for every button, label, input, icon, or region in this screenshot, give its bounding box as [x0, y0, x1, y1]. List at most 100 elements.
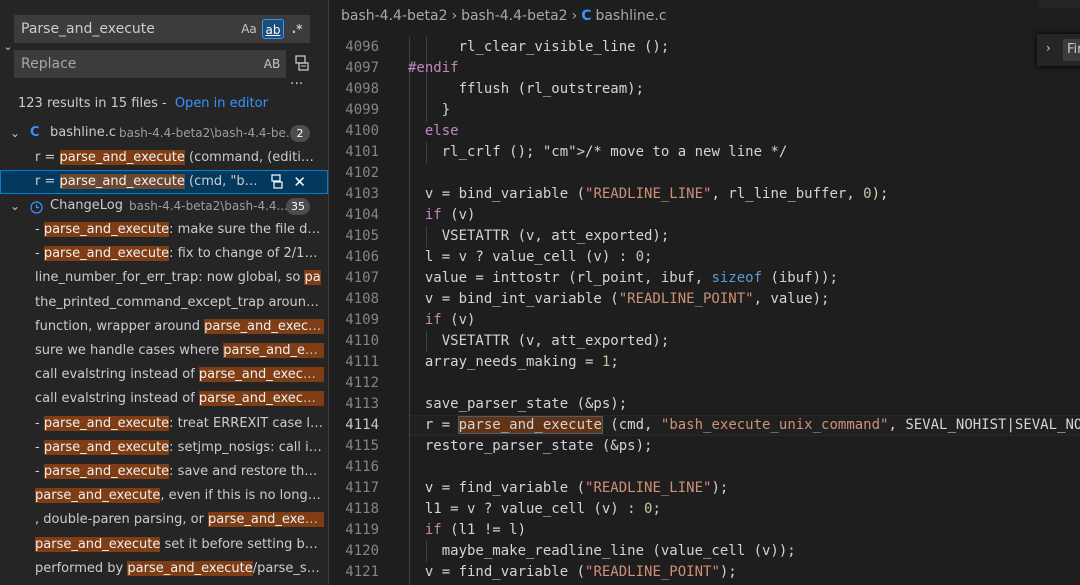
line-number: 4120 [345, 543, 379, 559]
code-editor[interactable]: bash-4.4-beta2 › bash-4.4-beta2 › Cbashline.… [329, 0, 1080, 585]
line-number: 4107 [345, 270, 379, 286]
replace-input[interactable]: Replace AB [14, 50, 286, 78]
match-whole-word-icon[interactable]: ab [262, 19, 284, 39]
match-row[interactable]: the_printed_command_except_trap around .… [0, 291, 328, 315]
line-number: 4103 [345, 186, 379, 202]
search-input-value[interactable]: Parse_and_execute [21, 21, 155, 37]
match-row[interactable]: line_number_for_err_trap: now global, so… [0, 266, 328, 290]
code-line: v = bind_variable ("READLINE_LINE", rl_l… [408, 186, 889, 202]
code-line: else [424, 123, 459, 139]
more-options-icon[interactable]: ··· [290, 76, 303, 92]
match-post: : save and restore the si... [169, 464, 324, 479]
code-line: maybe_make_readline_line (value_cell (v)… [408, 543, 796, 559]
open-in-editor-link[interactable]: Open in editor [175, 96, 268, 111]
line-number: 4097 [345, 60, 379, 76]
match-highlight: parse_and_execute [198, 367, 324, 383]
line-number: 4116 [345, 459, 379, 475]
code-line: v = bind_int_variable ("READLINE_POINT",… [408, 291, 830, 307]
breadcrumb-folder[interactable]: bash-4.4-beta2 [461, 8, 567, 24]
match-post: , even if this is no longer ... [160, 488, 324, 504]
breadcrumb-file[interactable]: bashline.c [595, 8, 666, 24]
code-line: if (l1 != l) [424, 522, 527, 538]
code-line: r = parse_and_execute (cmd, "bash_execut… [408, 416, 1080, 434]
replace-all-icon[interactable] [292, 53, 312, 73]
line-number: 4110 [345, 333, 379, 349]
match-row[interactable]: function, wrapper around parse_and_execu… [0, 315, 328, 339]
match-pre: the_printed_command_except_trap around .… [35, 294, 324, 310]
match-pre: - [35, 246, 44, 262]
match-count-badge: 2 [290, 125, 310, 142]
match-post: : fix to change of 2/18: ... [169, 246, 324, 262]
code-line: l = v ? value_cell (v) : 0; [408, 249, 653, 265]
match-row[interactable]: sure we handle cases where parse_and_exe… [0, 339, 328, 363]
match-highlight: parse_and_execute [59, 174, 185, 189]
line-number: 4112 [345, 375, 379, 391]
c-file-icon: C [30, 125, 40, 140]
match-highlight: parse_and_execute [35, 536, 161, 552]
match-highlight: parse_and_execute [43, 415, 170, 431]
match-row[interactable]: parse_and_execute, even if this is no lo… [0, 484, 328, 508]
match-pre: call evalstring instead of [35, 367, 199, 383]
match-pre: r = [35, 174, 60, 189]
match-row[interactable]: - parse_and_execute: setjmp_nosigs: call… [0, 436, 328, 460]
match-highlight: parse_and_execute [43, 246, 170, 262]
match-post: (cmd, "ba... [184, 174, 258, 189]
line-number: 4113 [345, 396, 379, 412]
match-row[interactable]: call evalstring instead of parse_and_exe… [0, 387, 328, 411]
file-name: bashline.c [50, 125, 116, 140]
match-row[interactable]: - parse_and_execute: save and restore th… [0, 460, 328, 484]
chevron-right-icon[interactable]: › [1046, 41, 1051, 55]
line-number: 4096 [345, 39, 379, 55]
code-line: VSETATTR (v, att_exported); [408, 228, 670, 244]
preserve-case-icon[interactable]: AB [261, 54, 283, 74]
code-line: save_parser_state (&ps); [408, 396, 628, 412]
file-row-bashline[interactable]: ⌄ C bashline.c bash-4.4-beta2\bash-4.4-b… [0, 121, 328, 145]
match-highlight: parse_and_execute [208, 512, 324, 528]
match-row[interactable]: - parse_and_execute: fix to change of 2/… [0, 242, 328, 266]
find-input[interactable]: Fir [1063, 39, 1080, 61]
chevron-down-icon[interactable]: ⌄ [7, 121, 23, 145]
code-line: rl_crlf (); "cm">/* move to a new line *… [408, 144, 788, 160]
line-number: 4119 [345, 522, 379, 538]
breadcrumb-folder[interactable]: bash-4.4-beta2 [341, 8, 447, 24]
code-line: value = inttostr (rl_point, ibuf, sizeof… [408, 270, 838, 286]
line-number: 4109 [345, 312, 379, 328]
line-number: 4111 [345, 354, 379, 370]
find-widget[interactable]: › Fir [1037, 34, 1080, 66]
editor-top-strip [1039, 0, 1080, 8]
dismiss-close-icon[interactable]: ✕ [293, 170, 306, 194]
search-input[interactable]: Parse_and_execute Aa ab .* [14, 15, 310, 43]
line-number: 4102 [345, 165, 379, 181]
match-pre: performed by [35, 560, 128, 576]
match-row[interactable]: , double-paren parsing, or parse_and_exe… [0, 508, 328, 532]
match-post: : treat ERREXIT case like... [169, 415, 324, 431]
match-highlight: parse_and_exe... [223, 343, 324, 358]
match-row[interactable]: - parse_and_execute: make sure the file … [0, 218, 328, 242]
match-highlight: parse_and_execute [43, 439, 170, 455]
code-line: array_needs_making = 1; [408, 354, 619, 370]
match-row[interactable]: parse_and_execute set it before setting … [0, 533, 328, 557]
line-number: 4100 [345, 123, 379, 139]
match-post: (command, (editing_... [184, 150, 322, 165]
match-pre: - [35, 439, 44, 455]
match-row[interactable]: - parse_and_execute: treat ERREXIT case … [0, 412, 328, 436]
replace-icon[interactable] [270, 173, 284, 194]
match-row-selected[interactable]: r = parse_and_execute (cmd, "ba... ✕ [0, 170, 328, 194]
file-row-changelog[interactable]: ⌄ ChangeLog bash-4.4-beta2\bash-4.4... 3… [0, 194, 328, 218]
replace-input-placeholder[interactable]: Replace [21, 56, 76, 72]
match-pre: - [35, 464, 44, 479]
match-pre: , double-paren parsing, or [35, 512, 209, 528]
match-pre: call evalstring instead of [35, 391, 199, 407]
match-row[interactable]: call evalstring instead of parse_and_exe… [0, 363, 328, 387]
match-pre: r = [35, 150, 60, 165]
match-row[interactable]: r = parse_and_execute (command, (editing… [0, 146, 328, 170]
match-case-icon[interactable]: Aa [239, 19, 259, 39]
line-number: 4105 [345, 228, 379, 244]
chevron-down-icon[interactable]: ⌄ [7, 194, 23, 218]
code-line: if (v) [424, 312, 476, 328]
match-row[interactable]: performed by parse_and_execute/parse_str… [0, 557, 328, 581]
use-regex-icon[interactable]: .* [287, 19, 307, 39]
code-line: } [408, 102, 451, 118]
breadcrumb-chevron-icon: › [571, 8, 578, 24]
line-number: 4098 [345, 81, 379, 97]
